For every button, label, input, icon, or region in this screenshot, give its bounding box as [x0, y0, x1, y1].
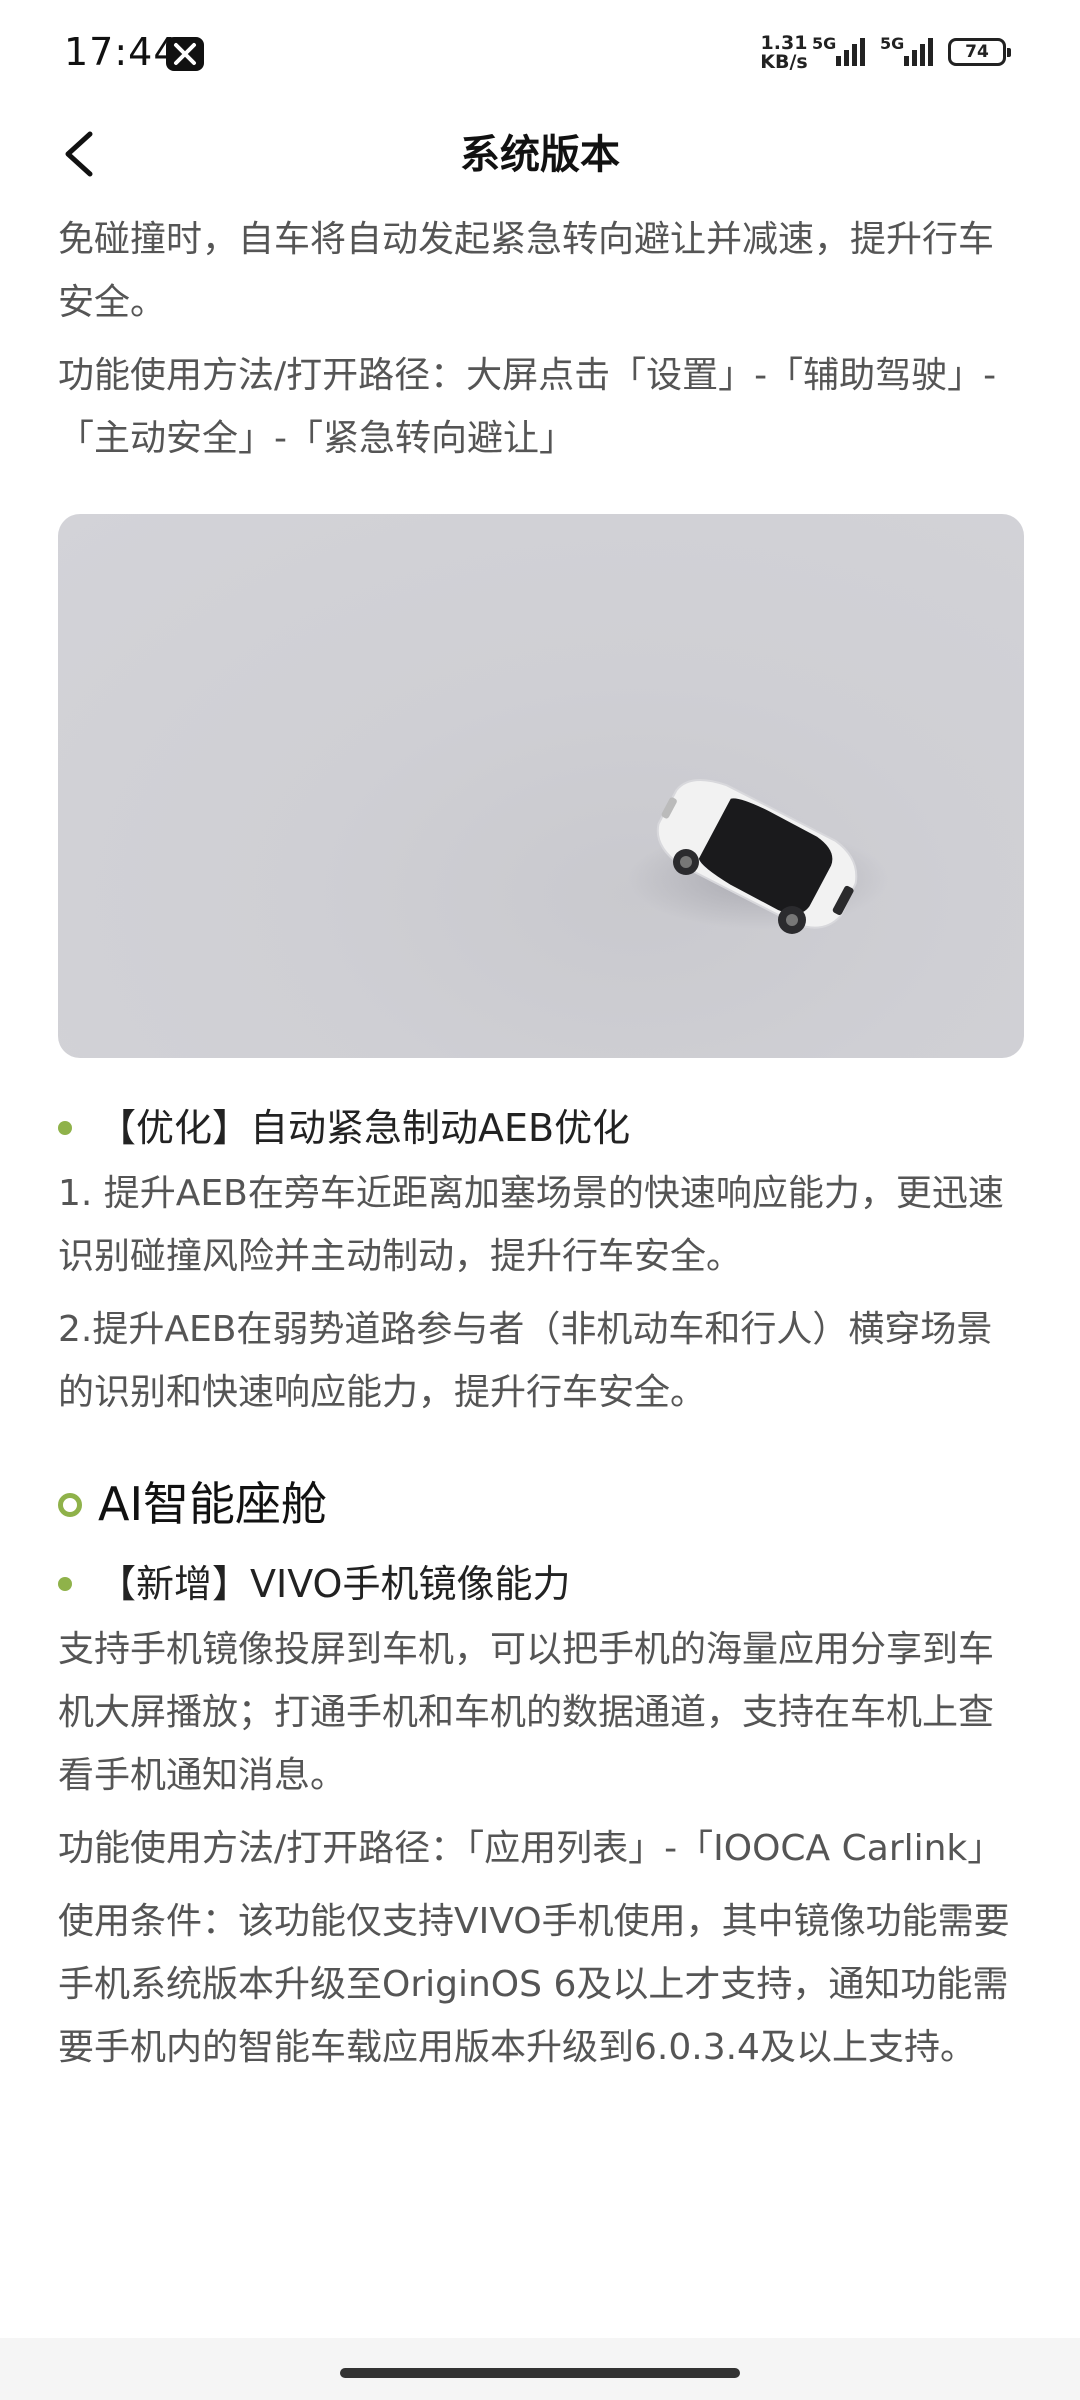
- white-suv-car-image: [628, 779, 888, 934]
- vivo-feature-title: 【新增】VIVO手机镜像能力: [58, 1558, 1024, 1610]
- network-speed: 1.31 KB/s: [756, 34, 812, 72]
- x-app-icon: [166, 37, 204, 71]
- battery-level: 74: [965, 42, 989, 62]
- home-indicator[interactable]: [340, 2368, 740, 2378]
- section-title-ai-cockpit: AI智能座舱: [58, 1472, 1024, 1536]
- intro-paragraph: 免碰撞时，自车将自动发起紧急转向避让并减速，提升行车安全。: [58, 219, 995, 323]
- vivo-paragraph-2: 功能使用方法/打开路径：「应用列表」-「IOOCA Carlink」: [58, 1828, 1004, 1869]
- aeb-feature-title: 【优化】自动紧急制动AEB优化: [58, 1102, 1024, 1154]
- signal-bars-icon: [836, 38, 865, 66]
- status-bar: 17:44 1.31 KB/s 5G 5G 74: [0, 0, 1080, 108]
- signal-bars-icon: [904, 38, 933, 66]
- battery-indicator: 74: [948, 38, 1011, 66]
- bullet-dot-icon: [58, 1121, 72, 1135]
- status-time: 17:44: [64, 30, 179, 74]
- release-notes-content: 免碰撞时，自车将自动发起紧急转向避让并减速，提升行车安全。 功能使用方法/打开路…: [58, 208, 1024, 2079]
- aeb-paragraph-2: 2.提升AEB在弱势道路参与者（非机动车和行人）横穿场景的识别和快速响应能力，提…: [58, 1309, 993, 1413]
- aeb-feature-title-text: 【优化】自动紧急制动AEB优化: [98, 1106, 631, 1150]
- nav-bar: 系统版本: [0, 108, 1080, 188]
- feature-image: [58, 514, 1024, 1058]
- page-title: 系统版本: [460, 132, 620, 178]
- vivo-paragraph-1: 支持手机镜像投屏到车机，可以把手机的海量应用分享到车机大屏播放；打通手机和车机的…: [58, 1629, 995, 1796]
- network-speed-unit: KB/s: [760, 51, 808, 73]
- aeb-paragraph-1: 1. 提升AEB在旁车近距离加塞场景的快速响应能力，更迅速识别碰撞风险并主动制动…: [58, 1173, 1004, 1277]
- intro-path-paragraph: 功能使用方法/打开路径：大屏点击「设置」-「辅助驾驶」-「主动安全」-「紧急转向…: [58, 355, 997, 459]
- vivo-paragraph-3: 使用条件：该功能仅支持VIVO手机使用，其中镜像功能需要手机系统版本升级至Ori…: [58, 1901, 1010, 2068]
- section-ring-icon: [58, 1493, 82, 1517]
- vivo-feature-title-text: 【新增】VIVO手机镜像能力: [98, 1562, 571, 1606]
- section-title-text: AI智能座舱: [98, 1477, 328, 1531]
- bullet-dot-icon: [58, 1577, 72, 1591]
